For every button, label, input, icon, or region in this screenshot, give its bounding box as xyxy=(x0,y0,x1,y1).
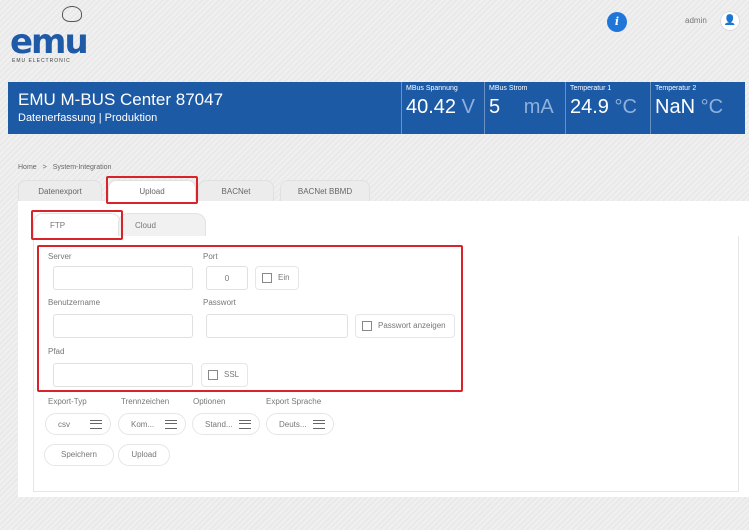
metric-value: 40.42 xyxy=(406,96,457,118)
checkbox-box[interactable] xyxy=(262,273,272,283)
separator-label: Trennzeichen xyxy=(121,397,170,406)
breadcrumb-home[interactable]: Home xyxy=(18,164,37,171)
metric-temperature-2: Temperatur 2 NaN °C xyxy=(650,82,744,134)
metric-unit: V xyxy=(461,96,475,118)
subtab-cloud[interactable]: Cloud xyxy=(118,213,206,237)
export-type-label: Export-Typ xyxy=(48,397,87,406)
show-password-checkbox[interactable]: Passwort anzeigen xyxy=(355,314,455,338)
metric-label: Temperatur 2 xyxy=(655,85,697,92)
tab-upload[interactable]: Upload xyxy=(108,180,196,202)
username-label: Benutzername xyxy=(48,298,101,307)
user-name: admin xyxy=(685,16,707,25)
logo-subtitle: EMU ELECTRONIC xyxy=(12,58,71,64)
port-label: Port xyxy=(203,252,218,261)
options-value: Stand... xyxy=(205,419,233,429)
path-label: Pfad xyxy=(48,347,65,356)
menu-icon xyxy=(313,419,325,429)
breadcrumb-separator: > xyxy=(42,164,47,171)
path-input[interactable] xyxy=(53,363,193,387)
ein-checkbox[interactable]: Ein xyxy=(255,266,299,290)
metric-mbus-current: MBus Strom 5 mA xyxy=(484,82,564,134)
metric-label: Temperatur 1 xyxy=(570,85,612,92)
show-password-label: Passwort anzeigen xyxy=(378,321,446,330)
tab-bacnet[interactable]: BACNet xyxy=(198,180,274,202)
metric-label: MBus Strom xyxy=(489,85,528,92)
options-label: Optionen xyxy=(193,397,226,406)
tab-bacnet-bbmd[interactable]: BACNet BBMD xyxy=(280,180,370,202)
export-language-select[interactable]: Deuts... xyxy=(266,413,334,435)
ssl-checkbox[interactable]: SSL xyxy=(201,363,249,387)
port-input[interactable] xyxy=(206,266,248,290)
password-label: Passwort xyxy=(203,298,236,307)
options-select[interactable]: Stand... xyxy=(192,413,260,435)
metric-temperature-1: Temperatur 1 24.9 °C xyxy=(565,82,649,134)
menu-icon xyxy=(239,419,251,429)
tab-datenexport[interactable]: Datenexport xyxy=(18,180,102,202)
separator-select[interactable]: Kom... xyxy=(118,413,186,435)
metric-unit: °C xyxy=(614,96,637,118)
checkbox-box[interactable] xyxy=(208,370,218,380)
metric-mbus-voltage: MBus Spannung 40.42 V xyxy=(401,82,483,134)
user-icon[interactable]: 👤 xyxy=(720,11,740,31)
ein-label: Ein xyxy=(278,273,290,282)
export-language-value: Deuts... xyxy=(279,419,307,429)
password-input[interactable] xyxy=(206,314,348,338)
device-title: EMU M-BUS Center 87047 xyxy=(18,90,224,109)
server-input[interactable] xyxy=(53,266,193,290)
metric-unit: °C xyxy=(700,96,724,118)
metric-value: 24.9 xyxy=(570,96,609,118)
info-icon[interactable]: i xyxy=(607,12,627,32)
device-header: EMU M-BUS Center 87047 Datenerfassung | … xyxy=(8,82,745,134)
upload-button[interactable]: Upload xyxy=(118,444,170,466)
logo-wordmark: emu xyxy=(10,22,89,62)
separator-value: Kom... xyxy=(131,419,155,429)
menu-icon xyxy=(90,419,102,429)
subtab-ftp[interactable]: FTP xyxy=(33,213,121,237)
save-button[interactable]: Speichern xyxy=(44,444,114,466)
export-language-label: Export Sprache xyxy=(266,397,322,406)
metric-value: 5 xyxy=(489,96,501,118)
export-type-value: csv xyxy=(58,419,70,429)
emu-logo: emu EMU ELECTRONIC xyxy=(10,4,100,64)
ssl-label: SSL xyxy=(224,370,240,379)
metric-label: MBus Spannung xyxy=(406,85,458,92)
metric-unit: mA xyxy=(523,96,554,118)
mascot-icon xyxy=(62,6,82,22)
export-type-select[interactable]: csv xyxy=(45,413,111,435)
checkbox-box[interactable] xyxy=(362,321,372,331)
device-subtitle: Datenerfassung | Produktion xyxy=(18,112,158,124)
menu-icon xyxy=(165,419,177,429)
breadcrumb-current: System-Integration xyxy=(52,164,112,171)
server-label: Server xyxy=(48,252,72,261)
username-input[interactable] xyxy=(53,314,193,338)
breadcrumb: Home > System-Integration xyxy=(18,164,115,171)
metric-value: NaN xyxy=(655,96,696,118)
